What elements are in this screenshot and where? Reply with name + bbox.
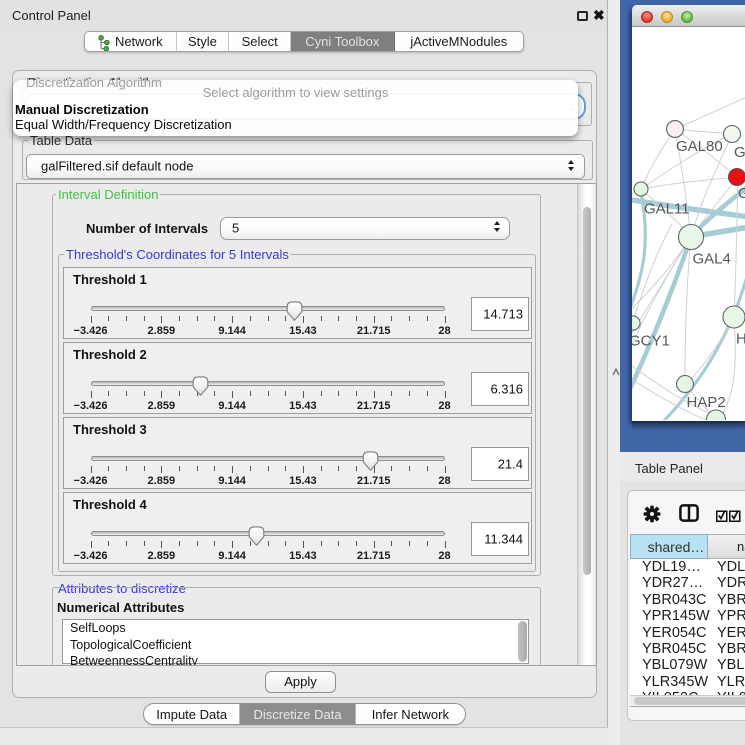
svg-text:G: G xyxy=(738,185,745,202)
svg-text:GAL11: GAL11 xyxy=(644,201,690,218)
svg-text:GAL80: GAL80 xyxy=(676,138,723,155)
svg-text:H: H xyxy=(736,331,745,348)
svg-text:GAL4: GAL4 xyxy=(693,251,731,268)
svg-text:HAP2: HAP2 xyxy=(687,394,726,411)
svg-text:GCY1: GCY1 xyxy=(632,333,670,350)
svg-text:GA: GA xyxy=(734,144,745,161)
